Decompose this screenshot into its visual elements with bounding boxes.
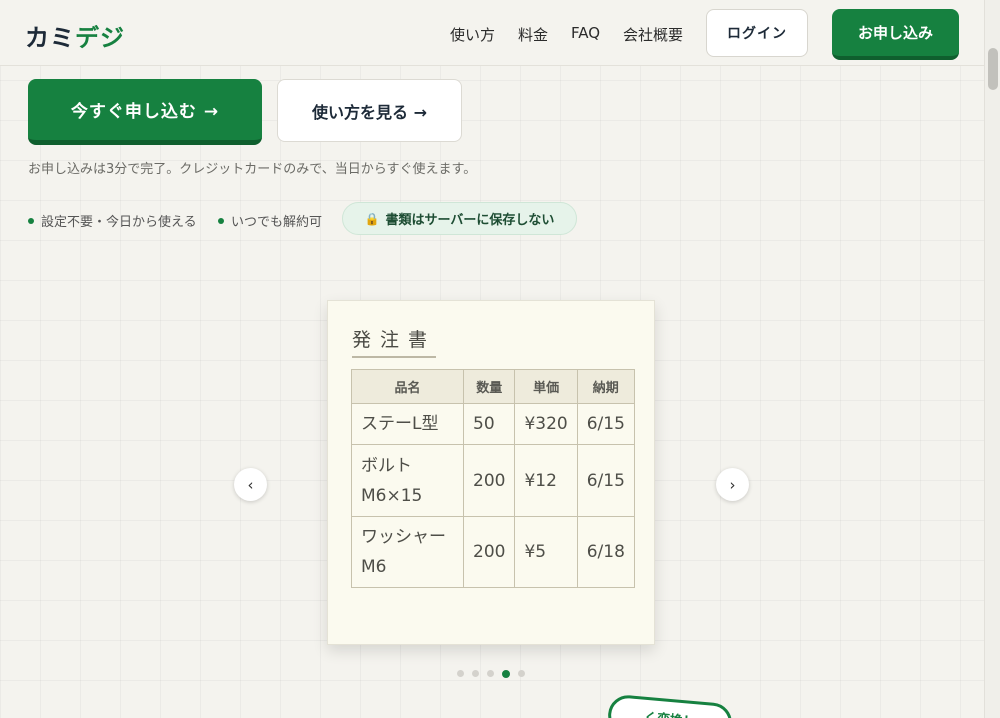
table-row: ステーL型 50 ¥320 6/15 <box>351 403 635 445</box>
convert-stamp: く変換！ <box>606 693 734 718</box>
feature-item: 設定不要・今日から使える <box>28 211 197 230</box>
logo-part-2: デジ <box>75 24 125 52</box>
table-cell: ステーL型 <box>351 403 464 445</box>
page-scrollbar[interactable] <box>984 0 1000 718</box>
carousel-dot[interactable] <box>457 670 464 677</box>
privacy-badge: 🔒 書類はサーバーに保存しない <box>342 202 577 235</box>
table-cell: ¥12 <box>514 444 578 517</box>
nav-link-faq[interactable]: FAQ <box>571 24 600 42</box>
table-cell: ボルトM6×15 <box>351 444 464 517</box>
login-button[interactable]: ログイン <box>706 9 808 57</box>
lock-icon: 🔒 <box>364 211 380 226</box>
how-to-use-button[interactable]: 使い方を見る → <box>277 79 462 142</box>
carousel-dot[interactable] <box>472 670 479 677</box>
nav-link-company[interactable]: 会社概要 <box>623 24 683 45</box>
nav-link-pricing[interactable]: 料金 <box>518 24 548 45</box>
table-cell: 50 <box>462 403 516 445</box>
site-logo[interactable]: カミデジ <box>25 18 125 53</box>
bullet-dot-icon <box>28 217 34 224</box>
table-row: ボルトM6×15 200 ¥12 6/15 <box>351 444 635 517</box>
table-cell: ワッシャーM6 <box>351 516 464 588</box>
feature-item: いつでも解約可 <box>218 211 322 230</box>
carousel-dot[interactable] <box>487 670 494 677</box>
table-cell: 6/15 <box>576 403 635 445</box>
table-cell: 200 <box>462 444 516 517</box>
apply-button-header[interactable]: お申し込み <box>832 9 959 60</box>
feature-label: いつでも解約可 <box>231 215 323 230</box>
table-row: ワッシャーM6 200 ¥5 6/18 <box>351 516 635 588</box>
table-cell: ¥5 <box>514 516 578 588</box>
chevron-left-icon: ‹ <box>247 475 254 494</box>
nav-link-usage[interactable]: 使い方 <box>450 24 495 45</box>
carousel-prev-button[interactable]: ‹ <box>234 468 267 501</box>
chevron-right-icon: › <box>729 475 736 494</box>
column-header: 納期 <box>576 369 635 404</box>
apply-now-button[interactable]: 今すぐ申し込む → <box>28 79 262 145</box>
column-header: 数量 <box>462 369 516 404</box>
scrollbar-thumb[interactable] <box>988 48 998 90</box>
privacy-badge-label: 書類はサーバーに保存しない <box>385 213 555 228</box>
table-cell: 6/18 <box>576 516 635 588</box>
column-header: 単価 <box>514 369 578 404</box>
site-header: カミデジ 使い方 料金 FAQ 会社概要 ログイン お申し込み <box>0 0 984 66</box>
column-header: 品名 <box>351 369 464 404</box>
table-cell: 6/15 <box>576 444 635 517</box>
document-title: 発注書 <box>352 325 437 358</box>
carousel-dot[interactable] <box>518 670 525 677</box>
slide-document-card: 発注書 品名 数量 単価 納期 ステーL型 50 ¥320 6/15 ボルトM6… <box>327 300 655 645</box>
table-cell: 200 <box>462 516 516 588</box>
carousel-indicator <box>457 669 533 678</box>
table-cell: ¥320 <box>514 403 578 445</box>
logo-part-1: カミ <box>25 24 75 52</box>
bullet-dot-icon <box>218 217 224 224</box>
carousel-dot[interactable] <box>502 669 510 678</box>
order-table: 品名 数量 単価 納期 ステーL型 50 ¥320 6/15 ボルトM6×15 … <box>351 369 635 588</box>
signup-note: お申し込みは3分で完了。クレジットカードのみで、当日からすぐ使えます。 <box>28 162 477 177</box>
feature-label: 設定不要・今日から使える <box>41 215 197 230</box>
carousel-next-button[interactable]: › <box>716 468 749 501</box>
